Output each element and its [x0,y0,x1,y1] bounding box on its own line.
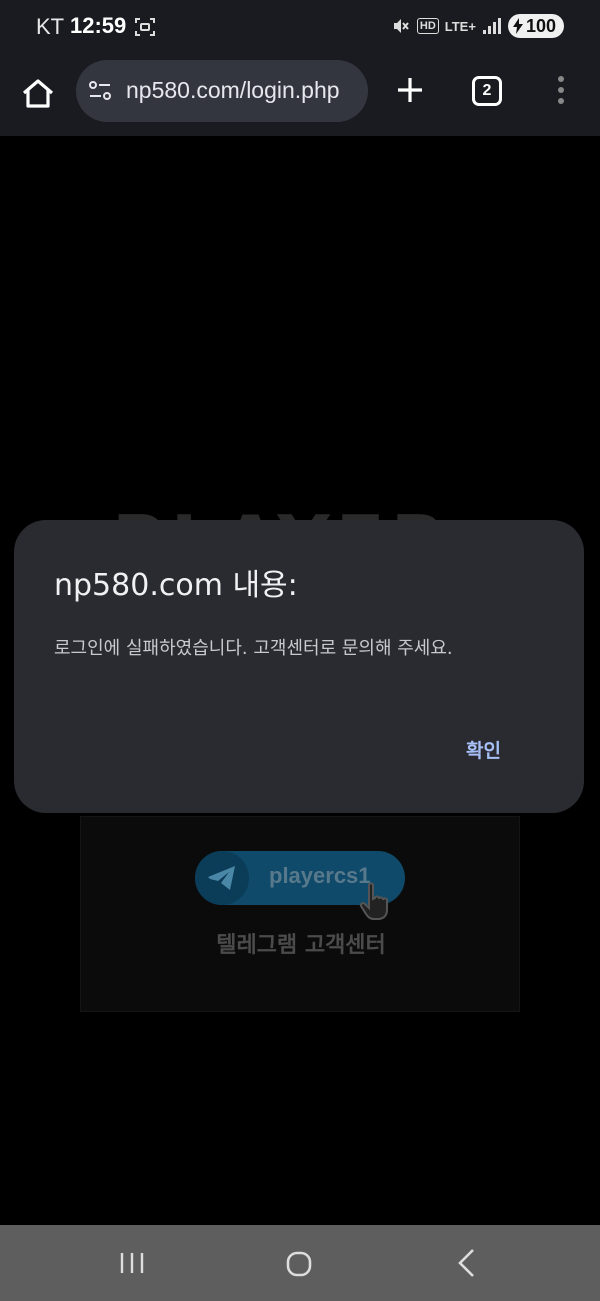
dialog-message: 로그인에 실패하였습니다. 고객센터로 문의해 주세요. [54,638,453,659]
telegram-icon [208,866,235,890]
support-box: playercs1 텔레그램 고객센터 [80,816,520,1012]
more-vert-icon[interactable] [554,74,568,106]
charging-icon [512,18,523,34]
network-type: LTE+ [444,18,476,34]
nav-bar [0,1225,600,1301]
home-icon[interactable] [18,74,58,114]
status-bar: KT 12:59 HD LTE+ 100 [0,0,600,56]
signal-icon [482,18,501,34]
ok-button[interactable]: 확인 [466,736,501,763]
screenshot-icon [135,18,155,36]
mute-icon [393,19,409,33]
url-bar[interactable]: np580.com/login.php [76,60,368,122]
carrier-label: KT [36,14,65,39]
tab-switcher-button[interactable]: 2 [472,76,502,106]
browser-toolbar: np580.com/login.php 2 [0,56,600,136]
telegram-logo [195,851,249,905]
alert-dialog: np580.com 내용: 로그인에 실패하였습니다. 고객센터로 문의해 주세… [14,520,584,813]
hand-cursor-icon [359,882,388,920]
support-label: 텔레그램 고객센터 [216,933,386,958]
battery-indicator: 100 [507,14,564,38]
clock: 12:59 [70,13,127,38]
nav-home-icon[interactable] [285,1250,313,1278]
site-settings-icon[interactable] [88,80,112,102]
url-text: np580.com/login.php [126,77,340,103]
hd-badge: HD [416,18,439,34]
tab-count: 2 [482,82,492,99]
dialog-title: np580.com 내용: [54,568,298,603]
telegram-handle: playercs1 [269,863,371,888]
recent-apps-icon[interactable] [118,1251,146,1275]
back-icon[interactable] [454,1247,480,1279]
battery-level: 100 [525,15,556,36]
plus-icon[interactable] [394,74,426,106]
